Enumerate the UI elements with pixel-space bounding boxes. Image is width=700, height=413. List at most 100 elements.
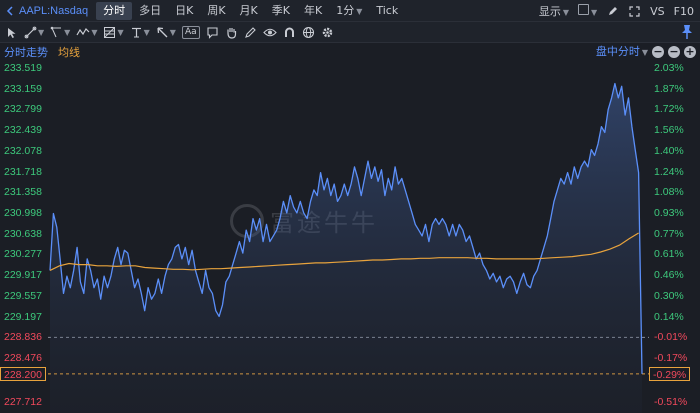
wave-tool[interactable]: ▼ [76,22,97,43]
price-tick-label: 232.799 [4,103,42,116]
tab-1min-label: 1分 [336,3,355,17]
percent-axis: 2.03% 1.87% 1.72% 1.56% 1.40% 1.24% 1.08% 0.93%… [649,61,700,413]
horizontal-line-icon [131,27,141,37]
tab-tick[interactable]: Tick [369,2,405,20]
percent-tick-label: 0.46% [654,269,684,282]
percent-tick-label: 0.14% [654,310,684,323]
line-segment-icon [24,26,37,38]
fib-grid-icon [104,26,116,38]
display-menu[interactable]: 显示 ▼ [539,3,569,19]
f10-button[interactable]: F10 [674,5,694,18]
global-tool[interactable] [302,22,315,43]
percent-tick-label: 1.72% [654,103,684,116]
price-tick-label: 233.159 [4,82,42,95]
vs-compare-button[interactable]: VS [650,5,665,18]
pen-icon[interactable] [606,5,619,18]
settings-tool[interactable] [321,22,334,43]
price-tick-label: 229.917 [4,269,42,282]
percent-tick-label: -0.51% [654,396,688,408]
ray-tool[interactable]: ▼ [50,22,70,43]
display-label: 显示 [538,5,561,18]
pencil-tool[interactable] [244,22,257,43]
session-selector[interactable]: 盘中分时 ▼ [596,43,648,61]
tab-1min[interactable]: 1分 ▼ [329,2,369,20]
average-line-label[interactable]: 均线 [58,44,80,60]
visibility-tool[interactable] [262,22,277,43]
chevron-down-icon: ▼ [641,48,648,57]
percent-tick-label: 1.40% [654,144,684,157]
percent-tick-label: 0.61% [654,248,684,261]
tab-weekly-k[interactable]: 周K [200,2,232,20]
price-area [50,83,642,413]
tab-multi-day[interactable]: 多日 [132,2,168,20]
crosshair-tool[interactable] [5,22,18,43]
tab-quarterly-k[interactable]: 季K [265,2,297,20]
magnet-tool[interactable] [283,22,296,43]
hand-icon [227,27,236,39]
gear-icon [322,27,332,37]
price-axis: 233.519 233.159 232.799 232.439 232.078 231.7… [0,61,48,413]
price-line-tool[interactable]: ▼ [130,22,150,43]
chevron-down-icon: ▼ [117,27,124,37]
plus-icon[interactable]: + [684,46,696,58]
chevron-down-icon: ▼ [562,8,569,17]
fib-tool[interactable]: ▼ [103,22,124,43]
comment-tool[interactable] [206,22,219,43]
tab-daily-k[interactable]: 日K [168,2,200,20]
price-tick-label: 228.476 [4,352,42,365]
comment-icon [207,26,218,39]
tab-timeshare[interactable]: 分时 [96,1,133,20]
percent-tick-label: 1.24% [654,165,684,178]
price-tick-label: 229.197 [4,310,42,323]
percent-tick-label: 1.87% [654,82,684,95]
price-tick-label: 230.638 [4,227,42,240]
percent-tick-label: 1.08% [654,186,684,199]
price-tick-label: 231.718 [4,165,42,178]
text-tool[interactable]: Aa [181,22,200,43]
percent-tick-label: 0.77% [654,227,684,240]
price-tick-label: 233.519 [4,62,42,74]
globe-icon [302,26,314,38]
chevron-down-icon: ▼ [38,27,45,37]
price-tick-label: 231.358 [4,186,42,199]
tab-yearly-k[interactable]: 年K [297,2,329,20]
zigzag-icon [76,27,90,35]
price-tick-label: 232.439 [4,124,42,137]
arrow-up-left-icon [157,26,168,37]
zoom-buttons: − − + [652,46,696,58]
percent-tick-label: -0.17% [654,352,688,365]
chevron-down-icon: ▼ [91,27,98,37]
price-tick-label: 230.998 [4,206,42,219]
chevron-down-icon: ▼ [356,6,363,16]
minus-icon[interactable]: − [652,46,664,58]
timeshare-trend-label[interactable]: 分时走势 [4,44,48,60]
ray-line-icon [50,26,62,37]
top-right-tools: 显示 ▼ ▼ VS F10 [539,0,694,22]
hand-tool[interactable] [225,22,238,43]
chart-header: 分时走势 均线 盘中分时 ▼ − − + [0,43,700,61]
arrow-tool[interactable]: ▼ [156,22,176,43]
line-tool[interactable]: ▼ [24,22,44,43]
stock-symbol[interactable]: AAPL:Nasdaq [19,5,88,17]
checkbox-icon[interactable] [578,4,589,15]
pin-icon[interactable] [680,24,694,40]
fullscreen-icon[interactable] [628,5,641,18]
period-toolbar: AAPL:Nasdaq 分时 多日 日K 周K 月K 季K 年K 1分 ▼ Tic… [0,0,700,22]
session-label: 盘中分时 [595,45,640,58]
percent-tick-label: 1.56% [654,124,684,137]
percent-tick-label: -0.01% [654,331,688,344]
eye-icon [262,28,277,36]
price-tick-label: 232.078 [4,144,42,157]
percent-tick-label: -0.29% [649,366,691,381]
minus-icon[interactable]: − [668,46,680,58]
chevron-left-icon[interactable] [4,5,16,17]
price-tick-label: 228.836 [4,331,42,344]
tab-monthly-k[interactable]: 月K [233,2,265,20]
chevron-down-icon: ▼ [64,27,71,37]
text-icon: Aa [181,25,200,39]
chevron-down-icon: ▼ [169,27,176,37]
price-tick-label: 230.277 [4,248,42,261]
timeshare-chart[interactable] [48,61,649,413]
symbol-selector[interactable]: AAPL:Nasdaq [0,5,88,17]
overlay-checkbox-group[interactable]: ▼ [578,4,597,18]
